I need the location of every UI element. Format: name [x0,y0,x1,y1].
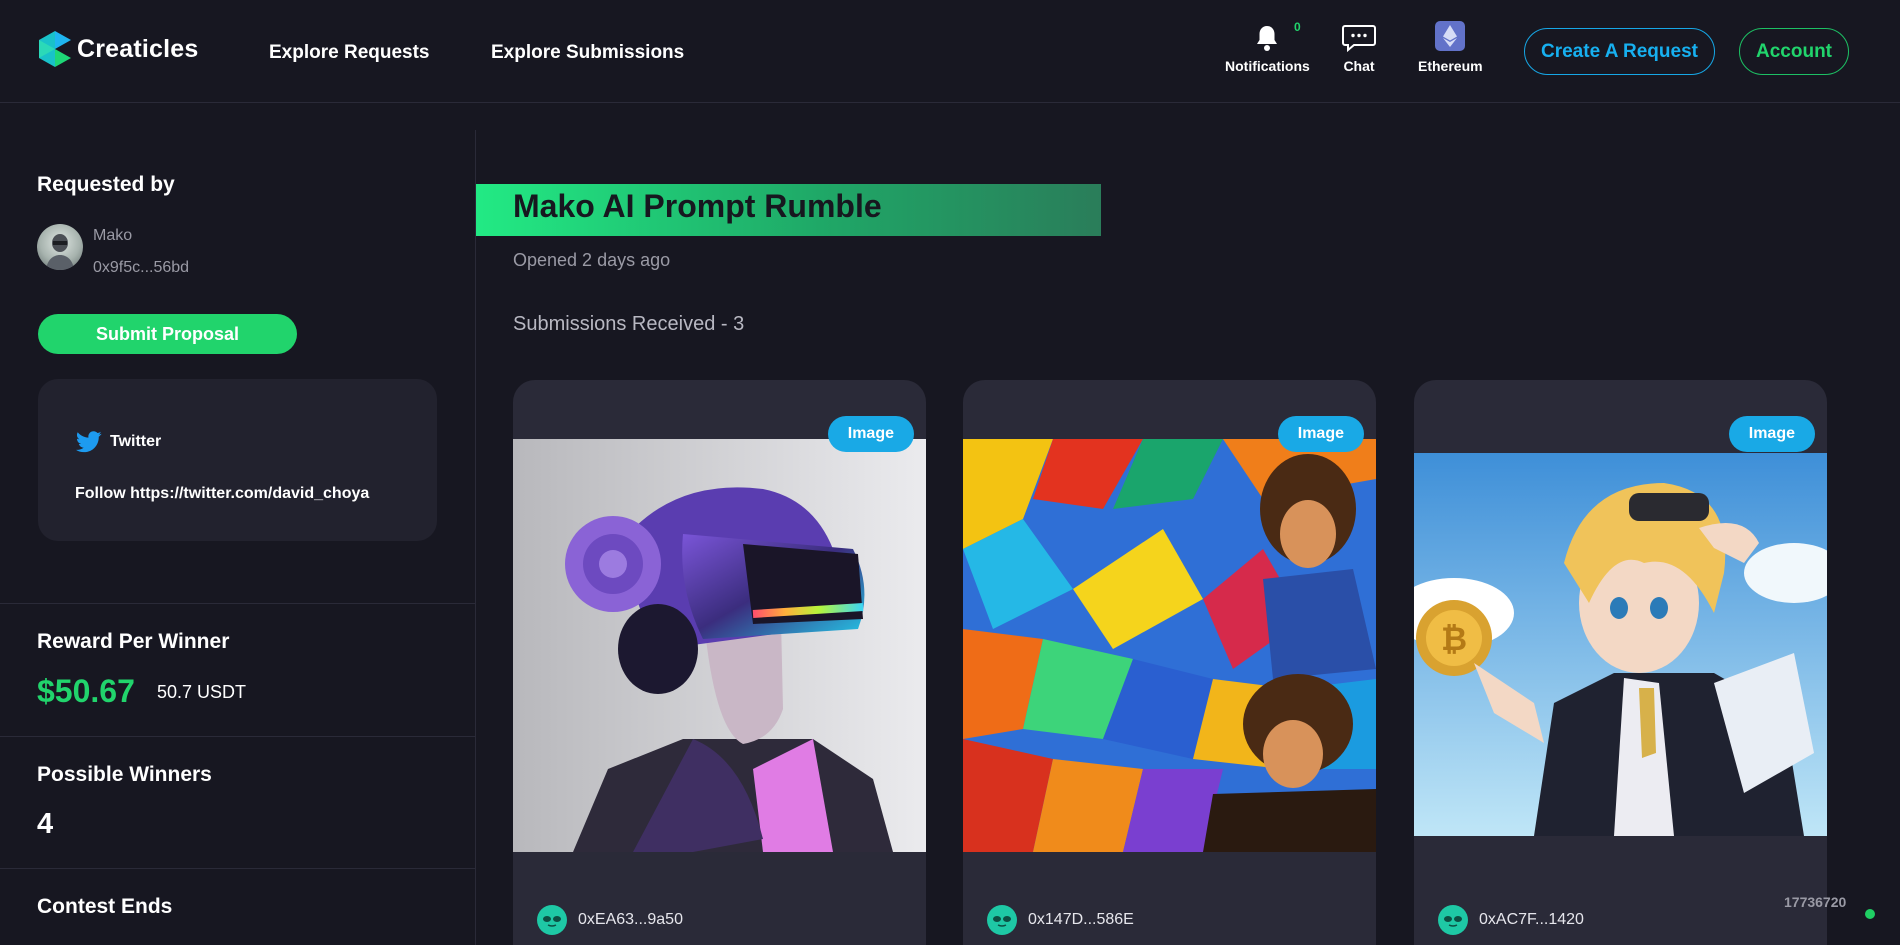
possible-winners-value: 4 [37,808,54,840]
submit-proposal-button[interactable]: Submit Proposal [38,314,297,354]
requester-avatar[interactable] [37,224,83,270]
submitter-avatar [537,905,567,935]
chat-button[interactable]: Chat [1342,20,1376,74]
top-header: Creaticles Explore Requests Explore Subm… [0,0,1900,103]
alien-face-icon [543,916,561,927]
requester-avatar-image [46,234,74,270]
requested-by-heading: Requested by [37,173,175,196]
reward-token-value: 50.7 USDT [157,682,247,702]
chat-label: Chat [1343,58,1375,74]
network-status-dot [1865,909,1875,919]
ethereum-icon [1435,21,1466,51]
submitter-address[interactable]: 0xAC7F...1420 [1479,911,1584,929]
opened-date: Opened 2 days ago [513,250,671,270]
submitter-address[interactable]: 0x147D...586E [1028,911,1134,929]
submitter-row[interactable]: 0xEA63...9a50 [537,905,683,935]
reward-usd-value: $50.67 [37,673,135,709]
submitter-avatar [987,905,1017,935]
submission-card[interactable]: Image 0x147D...586E [963,380,1376,945]
divider [0,868,476,869]
logo[interactable]: Creaticles [37,29,199,69]
notification-count-badge: 0 [1294,20,1301,34]
twitter-label: Twitter [110,433,162,450]
block-number: 17736720 [1784,894,1847,910]
contest-ends-heading: Contest Ends [37,895,173,918]
svg-text:₿: ₿ [1441,620,1467,658]
image-type-badge: Image [1728,416,1815,452]
vr-portrait-art [513,439,926,852]
submission-image[interactable]: ₿ [1414,453,1827,836]
chat-icon [1342,25,1376,52]
divider [0,603,476,604]
twitter-header: Twitter [76,431,161,453]
possible-winners-heading: Possible Winners [37,763,212,786]
account-button[interactable]: Account [1739,28,1849,75]
network-selector[interactable]: Ethereum [1418,20,1483,74]
submitter-address[interactable]: 0xEA63...9a50 [578,911,683,929]
submission-image[interactable] [963,439,1376,852]
logo-text: Creaticles [77,34,199,63]
requester-name[interactable]: Mako [93,227,132,245]
submissions-count: Submissions Received - 3 [513,313,745,335]
create-request-button[interactable]: Create A Request [1524,28,1715,75]
divider [0,736,476,737]
painterly-portrait-art [963,439,1376,852]
submission-card[interactable]: ₿ Image 0xAC7F...1420 [1414,380,1827,945]
reward-heading: Reward Per Winner [37,630,230,653]
alien-face-icon [993,916,1011,927]
anime-character-art: ₿ [1414,453,1827,836]
submission-card[interactable]: Image 0xEA63...9a50 [513,380,926,945]
submitter-row[interactable]: 0xAC7F...1420 [1438,905,1584,935]
bell-icon [1257,26,1278,51]
nav-explore-requests[interactable]: Explore Requests [269,42,430,64]
twitter-task-card: Twitter Follow https://twitter.com/david… [38,379,437,541]
notifications-label: Notifications [1225,58,1310,74]
requester-address[interactable]: 0x9f5c...56bd [93,259,189,277]
nav-explore-submissions[interactable]: Explore Submissions [491,42,684,64]
page-title: Mako AI Prompt Rumble [513,188,882,224]
submitter-row[interactable]: 0x147D...586E [987,905,1134,935]
image-type-badge: Image [827,416,914,452]
submission-image[interactable] [513,439,926,852]
twitter-icon [76,431,102,453]
image-type-badge: Image [1277,416,1364,452]
alien-face-icon [1444,916,1462,927]
twitter-follow-text[interactable]: Follow https://twitter.com/david_choya [75,485,369,503]
network-label: Ethereum [1418,58,1483,74]
request-sidebar: Requested by Mako 0x9f5c...56bd Submit P… [0,130,476,945]
submitter-avatar [1438,905,1468,935]
creaticles-logo-icon [39,31,71,67]
